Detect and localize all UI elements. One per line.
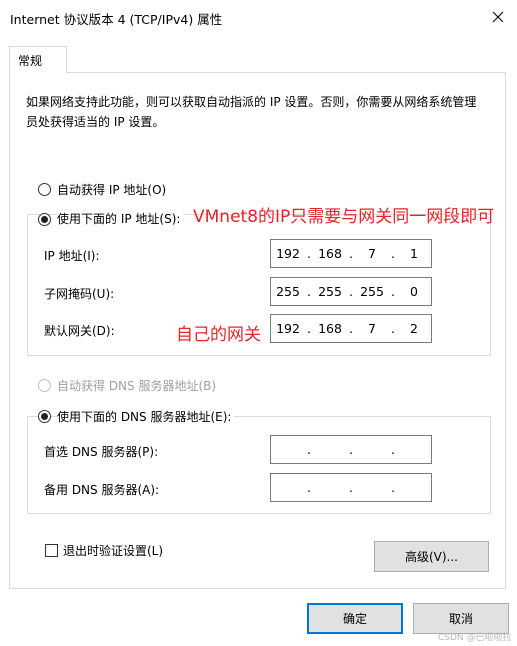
- advanced-button[interactable]: 高级(V)...: [374, 541, 489, 572]
- ip-annotation: VMnet8的IP只需要与网关同一网段即可: [193, 207, 495, 227]
- gateway-octet-4: 2: [410, 321, 418, 336]
- dot: .: [307, 246, 311, 261]
- preferred-dns-label: 首选 DNS 服务器(P):: [44, 445, 159, 459]
- alternate-dns-input[interactable]: . . .: [270, 473, 432, 502]
- ip-octet-3: 7: [368, 246, 376, 261]
- dot: .: [349, 321, 353, 336]
- manual-ip-radio[interactable]: [38, 213, 51, 226]
- validate-on-exit-checkbox[interactable]: [45, 544, 58, 557]
- auto-ip-radio[interactable]: [38, 183, 51, 196]
- mask-octet-1: 255: [276, 284, 300, 299]
- gateway-octet-3: 7: [368, 321, 376, 336]
- preferred-dns-input[interactable]: . . .: [270, 435, 432, 464]
- auto-ip-label: 自动获得 IP 地址(O): [57, 183, 167, 197]
- dot: .: [391, 442, 395, 457]
- subnet-mask-label: 子网掩码(U):: [44, 287, 115, 301]
- alternate-dns-label: 备用 DNS 服务器(A):: [44, 483, 160, 497]
- gateway-annotation: 自己的网关: [176, 325, 261, 345]
- ip-octet-1: 192: [276, 246, 300, 261]
- subnet-mask-input[interactable]: 255. 255. 255. 0: [270, 277, 432, 306]
- dot: .: [307, 442, 311, 457]
- close-button[interactable]: [478, 0, 517, 33]
- dot: .: [391, 246, 395, 261]
- ip-octet-4: 1: [410, 246, 418, 261]
- dot: .: [307, 480, 311, 495]
- dot: .: [349, 442, 353, 457]
- auto-dns-radio[interactable]: [38, 379, 51, 392]
- manual-ip-label: 使用下面的 IP 地址(S):: [57, 210, 184, 227]
- dot: .: [391, 321, 395, 336]
- ip-address-label: IP 地址(I):: [44, 249, 100, 263]
- ip-address-input[interactable]: 192. 168. 7. 1: [270, 239, 432, 268]
- dot: .: [349, 246, 353, 261]
- ip-octet-2: 168: [318, 246, 342, 261]
- manual-dns-radio[interactable]: [38, 410, 51, 423]
- dot: .: [391, 284, 395, 299]
- dot: .: [349, 284, 353, 299]
- close-icon: [492, 11, 503, 22]
- dot: .: [307, 321, 311, 336]
- validate-on-exit-label: 退出时验证设置(L): [63, 544, 164, 558]
- default-gateway-label: 默认网关(D):: [44, 324, 115, 338]
- window-title: Internet 协议版本 4 (TCP/IPv4) 属性: [10, 12, 223, 27]
- mask-octet-4: 0: [410, 284, 418, 299]
- default-gateway-input[interactable]: 192. 168. 7. 2: [270, 314, 432, 343]
- description-text: 如果网络支持此功能，则可以获取自动指派的 IP 设置。否则，你需要从网络系统管理…: [26, 95, 477, 129]
- mask-octet-3: 255: [360, 284, 384, 299]
- manual-dns-label: 使用下面的 DNS 服务器地址(E):: [57, 408, 235, 425]
- gateway-octet-1: 192: [276, 321, 300, 336]
- mask-octet-2: 255: [318, 284, 342, 299]
- dot: .: [307, 284, 311, 299]
- watermark: CSDN @巴啦啦拉: [438, 633, 512, 643]
- auto-dns-label: 自动获得 DNS 服务器地址(B): [57, 379, 217, 393]
- ok-button[interactable]: 确定: [307, 603, 403, 634]
- tab-general-label: 常规: [18, 54, 43, 68]
- title-bar: Internet 协议版本 4 (TCP/IPv4) 属性: [0, 0, 517, 33]
- dot: .: [349, 480, 353, 495]
- tab-general[interactable]: 常规: [9, 46, 67, 73]
- gateway-octet-2: 168: [318, 321, 342, 336]
- dot: .: [391, 480, 395, 495]
